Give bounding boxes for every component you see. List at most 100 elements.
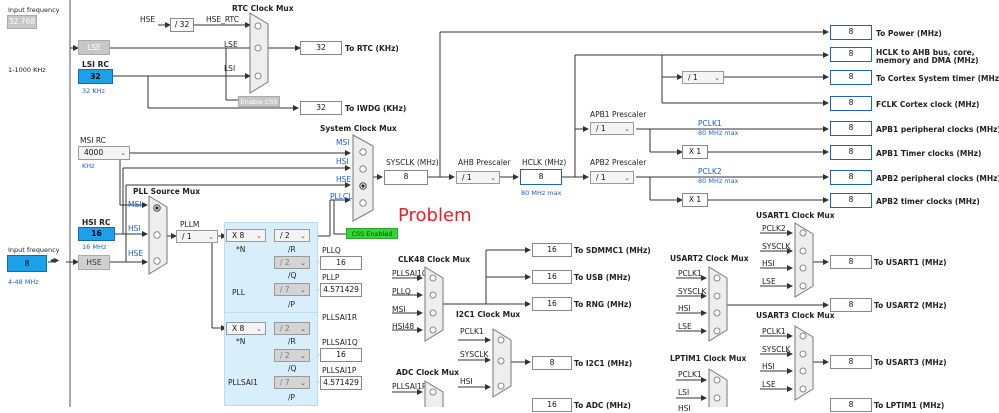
pll-r-select[interactable]: / 2 ⌄ xyxy=(274,229,310,242)
usart1-in-hsi: HSI xyxy=(762,259,775,268)
lptim1-output-label: To LPTIM1 (MHz) xyxy=(874,401,945,410)
msi-rc-select[interactable]: 4000 ⌄ xyxy=(78,146,130,160)
hclk-value[interactable]: 8 xyxy=(520,169,562,185)
usart3-in-pclk1: PCLK1 xyxy=(762,327,786,336)
adc-output-value: 16 xyxy=(532,398,572,412)
cortex-timer-divider-select[interactable]: / 1 ⌄ xyxy=(682,71,724,84)
pllsai1-p-select[interactable]: / 7 ⌄ xyxy=(274,376,310,389)
clk48-in-pllq: PLLQ xyxy=(392,287,411,296)
output-apb2-periph-value[interactable]: 8 xyxy=(830,170,872,185)
apb1-timer-multiplier: X 1 xyxy=(682,145,708,159)
pllm-select[interactable]: / 1 ⌄ xyxy=(176,230,218,243)
lptim1-clock-mux[interactable] xyxy=(708,368,728,407)
hclk-label: HCLK (MHz) xyxy=(522,158,567,167)
pllsai1p-label: PLLSAI1P xyxy=(322,366,357,375)
apb2-prescaler-select[interactable]: / 1 ⌄ xyxy=(590,171,634,184)
chevron-down-icon: ⌄ xyxy=(300,232,306,240)
output-cortex-timer-value[interactable]: 8 xyxy=(830,70,872,85)
arrow-left-icon: ◀▶ xyxy=(50,257,60,264)
output-fclk-value[interactable]: 8 xyxy=(830,96,872,111)
pll-source-mux[interactable] xyxy=(148,195,168,275)
usart1-clock-mux[interactable] xyxy=(794,222,814,298)
output-apb2-periph-label: APB2 peripheral clocks (MHz) xyxy=(876,174,999,183)
pllsai1r-label: PLLSAI1R xyxy=(322,313,358,322)
usart3-in-sysclk: SYSCLK xyxy=(762,345,791,354)
usart2-output-value: 8 xyxy=(830,298,872,312)
system-clock-mux-title: System Clock Mux xyxy=(320,124,397,133)
ahb-prescaler-select[interactable]: / 1 ⌄ xyxy=(456,171,500,184)
input-frequency-left-label: Input frequency xyxy=(8,246,60,254)
pllsai1-r-select[interactable]: / 2 ⌄ xyxy=(274,322,310,335)
output-apb2-timer-value[interactable]: 8 xyxy=(830,193,872,208)
chevron-down-icon: ⌄ xyxy=(714,74,720,82)
sysclk-label: SYSCLK (MHz) xyxy=(386,158,439,167)
msi-rc-unit: KHz xyxy=(82,162,95,170)
rtc-enable-css-button[interactable]: Enable CSS xyxy=(238,96,280,107)
rng-label: To RNG (MHz) xyxy=(574,300,632,309)
usart1-output-label: To USART1 (MHz) xyxy=(874,258,947,267)
apb1-prescaler-select[interactable]: / 1 ⌄ xyxy=(590,122,634,135)
chevron-down-icon: ⌄ xyxy=(624,125,630,133)
usart2-clock-mux[interactable] xyxy=(708,266,728,342)
usb-value: 16 xyxy=(532,270,572,284)
usart1-in-lse: LSE xyxy=(762,277,776,286)
lptim1-in-pclk1: PCLK1 xyxy=(678,370,702,379)
pllsai1-q-label: /Q xyxy=(288,364,297,373)
pllsai1-p-label: /P xyxy=(288,393,296,402)
css-enabled-button[interactable]: CSS Enabled xyxy=(346,228,398,239)
rtc-output-label: To RTC (KHz) xyxy=(345,44,399,53)
output-to-power-label: To Power (MHz) xyxy=(876,29,942,38)
ahb-prescaler-label: AHB Prescaler xyxy=(458,158,511,167)
system-clock-mux[interactable] xyxy=(352,134,374,222)
iwdg-output-value: 32 xyxy=(300,101,342,115)
pllp-label: PLLP xyxy=(322,273,340,282)
pll-p-select[interactable]: / 7 ⌄ xyxy=(274,283,310,296)
clk48-in-msi: MSI xyxy=(392,305,406,314)
hsi-rc-label: HSI RC xyxy=(82,218,111,227)
output-apb1-timer-label: APB1 Timer clocks (MHz) xyxy=(876,149,982,158)
pllsai1-n-select[interactable]: X 8 ⌄ xyxy=(226,322,266,335)
rtc-mux-hse-rtc-label: HSE_RTC xyxy=(206,15,239,24)
output-hclk-value[interactable]: 8 xyxy=(830,47,872,62)
usart3-clock-mux[interactable] xyxy=(794,325,814,401)
input-frequency-left-range: 4-48 MHz xyxy=(8,278,39,286)
chevron-down-icon: ⌄ xyxy=(300,259,306,267)
usart1-mux-title: USART1 Clock Mux xyxy=(756,211,835,220)
i2c1-clock-mux[interactable] xyxy=(492,328,512,398)
output-apb1-periph-value[interactable]: 8 xyxy=(830,121,872,136)
pll-q-select[interactable]: / 2 ⌄ xyxy=(274,256,310,269)
pllp-value: 4.571429 xyxy=(320,283,362,297)
pclk1-max: 80 MHz max xyxy=(698,129,739,137)
output-apb1-timer-value[interactable]: 8 xyxy=(830,145,872,160)
hsi-rc-unit: 16 MHz xyxy=(82,243,107,251)
rtc-output-value: 32 xyxy=(300,41,342,55)
chevron-down-icon: ⌄ xyxy=(120,149,126,157)
lptim1-in-hsi: HSI xyxy=(678,404,691,413)
adc-in-pllsai1r: PLLSAI1R xyxy=(392,382,428,391)
output-to-power-value[interactable]: 8 xyxy=(830,25,872,40)
sys-mux-hsi-label: HSI xyxy=(336,157,349,166)
adc-mux-title: ADC Clock Mux xyxy=(396,368,460,377)
pllsai1-q-select[interactable]: / 2 ⌄ xyxy=(274,349,310,362)
hse-input-frequency-field[interactable]: 8 xyxy=(7,255,47,272)
hsi-rc-value: 16 xyxy=(78,227,115,241)
rtc-clock-mux[interactable] xyxy=(249,12,269,94)
clk48-clock-mux[interactable] xyxy=(424,266,444,342)
usart1-output-value: 8 xyxy=(830,255,872,269)
lse-input-frequency-field[interactable]: 32.768 xyxy=(7,15,37,29)
pllm-label: PLLM xyxy=(180,220,200,229)
i2c1-in-sysclk: SYSCLK xyxy=(460,350,489,359)
pll-q-label: /Q xyxy=(288,271,297,280)
chevron-down-icon: ⌄ xyxy=(300,379,306,387)
msi-rc-label: MSI RC xyxy=(80,136,106,145)
pll-n-select[interactable]: X 8 ⌄ xyxy=(226,229,266,242)
clk48-mux-title: CLK48 Clock Mux xyxy=(398,255,471,264)
pllsai1-name: PLLSAI1 xyxy=(228,378,258,387)
adc-clock-mux[interactable] xyxy=(424,380,444,407)
output-apb1-periph-label: APB1 peripheral clocks (MHz) xyxy=(876,125,999,134)
i2c1-output-value: 8 xyxy=(532,356,572,370)
chevron-down-icon: ⌄ xyxy=(300,286,306,294)
usart2-in-hsi: HSI xyxy=(678,304,691,313)
pll-n-label: *N xyxy=(236,245,246,254)
usart2-in-sysclk: SYSCLK xyxy=(678,287,707,296)
